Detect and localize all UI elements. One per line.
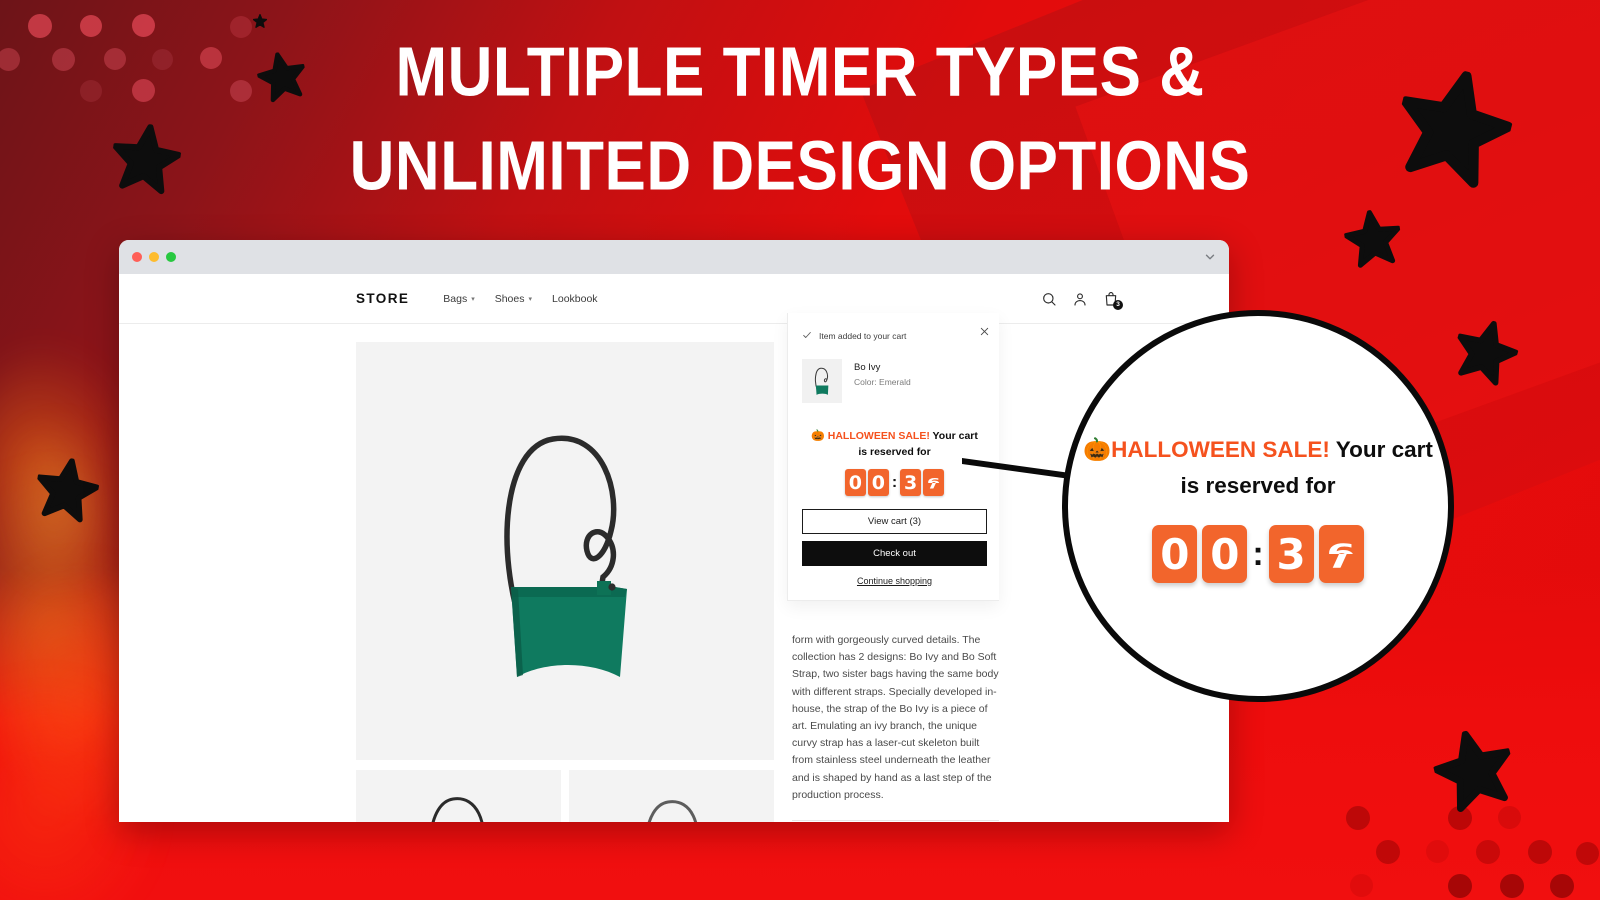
callout-digit-bottom: 7 — [1327, 554, 1356, 575]
cart-count-badge: 3 — [1113, 299, 1123, 310]
nav-label: Lookbook — [552, 292, 598, 305]
callout-highlight-text: HALLOWEEN SALE! — [1111, 437, 1330, 462]
check-icon — [802, 327, 812, 345]
callout-timer-digit: 3 — [1268, 525, 1314, 583]
cart-icon[interactable]: 3 — [1103, 291, 1123, 310]
handbag-illustration — [504, 435, 627, 677]
nav-item-shoes[interactable]: Shoes ▾ — [495, 293, 532, 305]
timer-subline: is reserved for — [858, 446, 931, 458]
chevron-down-icon[interactable] — [1203, 250, 1217, 264]
product-thumbnails — [356, 770, 774, 822]
star-icon — [36, 458, 100, 523]
view-cart-button[interactable]: View cart (3) — [802, 509, 987, 534]
maximize-window-button[interactable] — [166, 252, 176, 262]
materials-accordion[interactable]: Materials ▾ — [792, 820, 999, 822]
product-description: form with gorgeously curved details. The… — [792, 634, 999, 801]
callout-timer-digit: 0 — [1202, 525, 1248, 583]
callout-timer-digit: 0 — [1152, 525, 1198, 583]
callout-timer-digits: 0 0 : 3 6 7 — [1152, 525, 1364, 583]
timer-separator: : — [891, 473, 898, 491]
traffic-light-buttons — [132, 252, 176, 262]
nav-label: Shoes — [494, 292, 525, 305]
nav-item-bags[interactable]: Bags ▾ — [443, 293, 474, 305]
cart-item-title: Bo Ivy — [854, 362, 881, 373]
headline-line-2: UNLIMITED DESIGN OPTIONS — [349, 127, 1251, 206]
pumpkin-icon: 🎃 — [811, 430, 825, 442]
minimize-window-button[interactable] — [149, 252, 159, 262]
browser-chrome-bar — [119, 240, 1229, 274]
search-icon[interactable] — [1041, 291, 1057, 307]
handbag-illustration — [814, 367, 829, 395]
callout-headline: 🎃HALLOWEEN SALE! Your cart — [1072, 429, 1444, 471]
chevron-down-icon: ▾ — [528, 295, 533, 303]
store-header: STORE Bags ▾ Shoes ▾ Lookbook 3 — [119, 274, 1229, 324]
nav-item-lookbook[interactable]: Lookbook — [552, 293, 598, 305]
product-page-body: form with gorgeously curved details. The… — [119, 324, 1229, 822]
close-window-button[interactable] — [132, 252, 142, 262]
pumpkin-icon: 🎃 — [1083, 437, 1112, 462]
account-icon[interactable] — [1072, 291, 1088, 307]
checkout-button[interactable]: Check out — [802, 541, 987, 566]
timer-digit: 0 — [867, 469, 889, 496]
cart-item-info: Bo Ivy Color: Emerald — [854, 359, 911, 403]
timer-digit-flipping: 6 7 — [923, 469, 945, 496]
continue-shopping-link[interactable]: Continue shopping — [802, 576, 987, 586]
chevron-down-icon: ▾ — [471, 295, 475, 303]
store-nav: Bags ▾ Shoes ▾ Lookbook — [443, 293, 597, 305]
product-thumbnail[interactable] — [356, 770, 561, 822]
cart-line-item: Bo Ivy Color: Emerald — [802, 359, 987, 403]
cart-added-message: Item added to your cart — [819, 331, 907, 341]
magnified-timer-callout: 🎃HALLOWEEN SALE! Your cart is reserved f… — [1062, 310, 1454, 702]
page-title: MULTIPLE TIMER TYPES & UNLIMITED DESIGN … — [0, 26, 1600, 214]
store-logo[interactable]: STORE — [356, 291, 409, 306]
callout-digit-top: 6 — [1326, 538, 1356, 554]
star-icon — [1343, 209, 1401, 268]
headline-line-1: MULTIPLE TIMER TYPES & — [395, 33, 1205, 112]
cart-added-message-row: Item added to your cart — [802, 327, 987, 345]
product-gallery — [119, 324, 774, 822]
timer-digit: 3 — [900, 469, 922, 496]
header-icons: 3 — [1041, 291, 1123, 310]
timer-highlight-text: HALLOWEEN SALE! — [827, 430, 930, 442]
callout-timer-digit-flipping: 6 7 — [1318, 525, 1364, 583]
handbag-thumb-illustration — [647, 800, 697, 822]
timer-digit: 0 — [844, 469, 866, 496]
close-icon[interactable] — [979, 324, 990, 336]
callout-subline: is reserved for — [1180, 473, 1336, 498]
cart-item-thumbnail — [802, 359, 842, 403]
callout-timer-separator: : — [1252, 534, 1264, 573]
product-main-image[interactable] — [356, 342, 774, 760]
cart-item-variant: Color: Emerald — [854, 377, 911, 387]
product-thumbnail[interactable] — [569, 770, 774, 822]
nav-label: Bags — [443, 292, 468, 305]
browser-window: STORE Bags ▾ Shoes ▾ Lookbook 3 form wit… — [119, 240, 1229, 822]
handbag-thumb-illustration — [431, 797, 483, 822]
callout-rest-text: Your cart — [1329, 437, 1433, 462]
timer-digit-bottom: 7 — [927, 483, 940, 493]
